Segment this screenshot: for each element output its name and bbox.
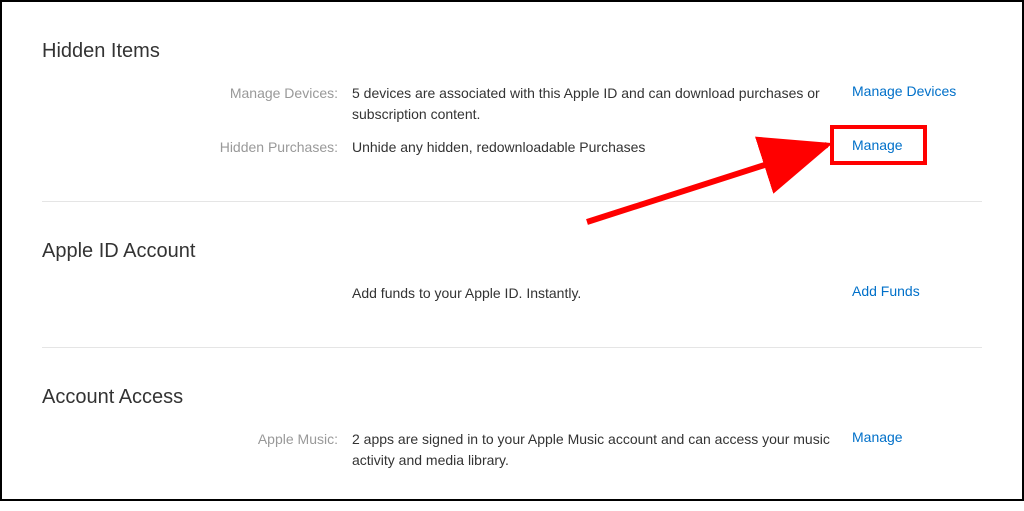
- heading-account-access: Account Access: [42, 386, 982, 409]
- manage-apple-music-link[interactable]: Manage: [852, 429, 903, 445]
- label-apple-music: Apple Music:: [42, 429, 352, 450]
- heading-hidden-items: Hidden Items: [42, 40, 982, 63]
- section-account-access: Account Access Apple Music: 2 apps are s…: [42, 347, 982, 511]
- value-hidden-purchases: Unhide any hidden, redownloadable Purcha…: [352, 137, 852, 158]
- manage-devices-link[interactable]: Manage Devices: [852, 83, 956, 99]
- row-hidden-purchases: Hidden Purchases: Unhide any hidden, red…: [42, 137, 982, 161]
- label-manage-devices: Manage Devices:: [42, 83, 352, 104]
- label-hidden-purchases: Hidden Purchases:: [42, 137, 352, 158]
- value-add-funds: Add funds to your Apple ID. Instantly.: [352, 283, 852, 304]
- value-apple-music: 2 apps are signed in to your Apple Music…: [352, 429, 852, 471]
- row-apple-music: Apple Music: 2 apps are signed in to you…: [42, 429, 982, 471]
- heading-apple-id-account: Apple ID Account: [42, 240, 982, 263]
- section-apple-id-account: Apple ID Account Add funds to your Apple…: [42, 201, 982, 347]
- add-funds-link[interactable]: Add Funds: [852, 283, 920, 299]
- row-manage-devices: Manage Devices: 5 devices are associated…: [42, 83, 982, 125]
- value-manage-devices: 5 devices are associated with this Apple…: [352, 83, 852, 125]
- manage-hidden-purchases-link[interactable]: Manage: [852, 137, 903, 153]
- section-hidden-items: Hidden Items Manage Devices: 5 devices a…: [42, 2, 982, 201]
- row-add-funds: Add funds to your Apple ID. Instantly. A…: [42, 283, 982, 307]
